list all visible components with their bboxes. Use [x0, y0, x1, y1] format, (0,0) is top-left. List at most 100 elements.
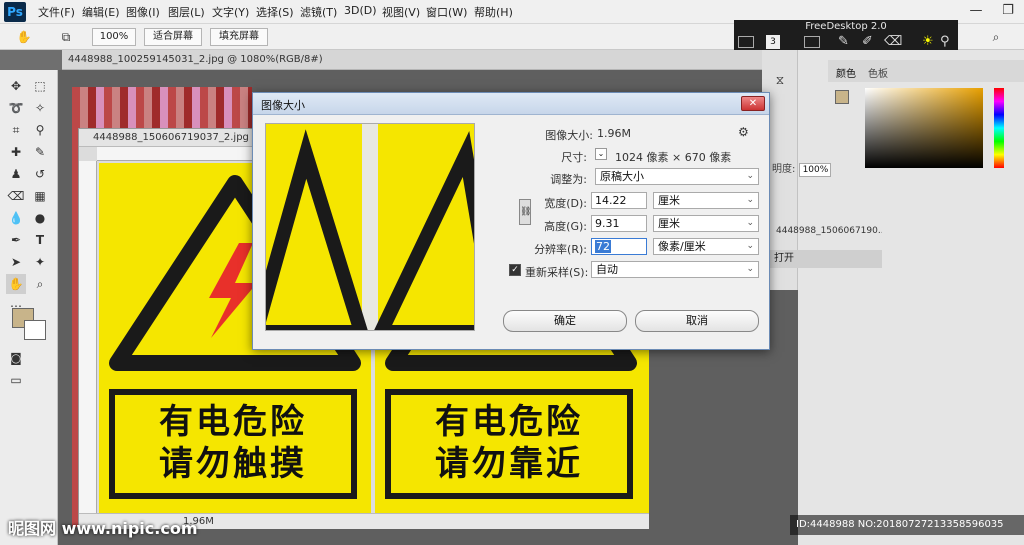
- menu-image[interactable]: 图像(I): [126, 4, 160, 20]
- rect-icon[interactable]: [738, 36, 754, 48]
- history-panel-icon[interactable]: ⧖: [770, 70, 790, 90]
- panel-fg-swatch[interactable]: [835, 90, 849, 104]
- fit-screen-button[interactable]: 适合屏幕: [144, 28, 202, 46]
- width-unit-select[interactable]: 厘米 ⌄: [653, 192, 759, 209]
- menu-help[interactable]: 帮助(H): [474, 4, 513, 20]
- eyedropper-icon[interactable]: ⚲: [30, 120, 50, 140]
- chevron-down-icon: ⌄: [746, 241, 754, 251]
- photoshop-window: Ps 文件(F) 编辑(E) 图像(I) 图层(L) 文字(Y) 选择(S) 滤…: [0, 0, 1024, 545]
- menu-filter[interactable]: 滤镜(T): [300, 4, 337, 20]
- dimensions-dropdown-icon[interactable]: ⌄: [595, 148, 607, 160]
- pen-tool-icon[interactable]: ✒: [6, 230, 26, 250]
- scroll-all-icon[interactable]: ⧉: [56, 27, 76, 47]
- resolution-label: 分辨率(R):: [534, 243, 587, 256]
- search-icon[interactable]: ⌕: [986, 27, 1006, 47]
- dodge-tool-icon[interactable]: ●: [30, 208, 50, 228]
- resample-select[interactable]: 自动 ⌄: [591, 261, 759, 278]
- fit-to-select[interactable]: 原稿大小 ⌄: [595, 168, 759, 185]
- dialog-close-button[interactable]: ✕: [741, 96, 765, 111]
- menu-file[interactable]: 文件(F): [38, 4, 75, 20]
- hue-slider[interactable]: [994, 88, 1004, 168]
- freedesktop-toolbar: FreeDesktop 2.0 3 ✎ ✐ ⌫ ☀ ⚲: [734, 20, 958, 54]
- dimensions-label: 尺寸:: [561, 151, 587, 164]
- brush-tool-icon[interactable]: ✎: [30, 142, 50, 162]
- dialog-titlebar[interactable]: 图像大小 ✕: [253, 93, 769, 115]
- settings-gear-icon[interactable]: ⚙: [738, 125, 749, 139]
- screen-mode-icon[interactable]: ▭: [6, 370, 26, 390]
- image-preview[interactable]: [265, 123, 475, 331]
- zoom-tool-icon[interactable]: ⌕: [30, 274, 50, 294]
- sign-left-textbox: 有电危险 请勿触摸: [109, 389, 357, 499]
- minimize-icon[interactable]: —: [960, 0, 992, 22]
- blur-tool-icon[interactable]: 💧: [6, 208, 26, 228]
- background-color-swatch[interactable]: [24, 320, 46, 340]
- healing-icon[interactable]: ✚: [6, 142, 26, 162]
- height-label: 高度(G):: [544, 220, 587, 233]
- menu-type[interactable]: 文字(Y): [212, 4, 249, 20]
- sign-right-line2: 请勿靠近: [435, 444, 583, 484]
- menu-layer[interactable]: 图层(L): [168, 4, 205, 20]
- type-tool-icon[interactable]: T: [30, 230, 50, 250]
- eraser-tool-icon[interactable]: ⌫: [6, 186, 26, 206]
- hand-tool-icon[interactable]: ✋: [14, 27, 34, 47]
- height-unit-select[interactable]: 厘米 ⌄: [653, 215, 759, 232]
- fill-screen-button[interactable]: 填充屏幕: [210, 28, 268, 46]
- tab-color[interactable]: 颜色: [836, 65, 856, 80]
- eraser-icon[interactable]: ⌫: [884, 34, 902, 50]
- resolution-unit-value: 像素/厘米: [658, 240, 706, 253]
- width-input[interactable]: 14.22: [591, 192, 647, 209]
- pen-icon[interactable]: ✎: [838, 34, 856, 50]
- square-icon[interactable]: [804, 36, 820, 48]
- open-item[interactable]: 打开: [770, 250, 882, 268]
- restore-icon[interactable]: ❐: [992, 0, 1024, 22]
- ok-button[interactable]: 确定: [503, 310, 627, 332]
- quick-mask-icon[interactable]: ◙: [6, 348, 26, 368]
- image-size-dialog: 图像大小 ✕ ⚙ 图像大小: 1.96M 尺寸: ⌄ 1024 像素 × 670…: [252, 92, 770, 350]
- bulb-icon[interactable]: ☀: [922, 34, 936, 50]
- vertical-ruler[interactable]: [79, 161, 97, 513]
- resolution-input[interactable]: 72: [591, 238, 647, 255]
- quick-select-icon[interactable]: ✧: [30, 98, 50, 118]
- highlighter-icon[interactable]: ✐: [862, 34, 880, 50]
- menu-window[interactable]: 窗口(W): [426, 4, 467, 20]
- menu-view[interactable]: 视图(V): [382, 4, 420, 20]
- cancel-button[interactable]: 取消: [635, 310, 759, 332]
- freedesktop-number[interactable]: 3: [766, 35, 780, 49]
- tab-bg-doc[interactable]: 4448988_100259145031_2.jpg @ 1080%(RGB/8…: [68, 54, 323, 65]
- dimensions-value: 1024 像素 × 670 像素: [615, 151, 732, 164]
- menu-edit[interactable]: 编辑(E): [82, 4, 120, 20]
- pin-icon[interactable]: ⚲: [940, 34, 954, 50]
- opacity-row: 明度: 100%: [772, 160, 872, 180]
- image-size-label: 图像大小:: [545, 129, 593, 142]
- image-id-bar: ID:4448988 NO:20180727213358596035: [790, 515, 1024, 535]
- resample-value: 自动: [596, 263, 618, 276]
- layer-name[interactable]: 4448988_1506067190...: [776, 226, 882, 244]
- zoom-100-button[interactable]: 100%: [92, 28, 136, 46]
- color-picker-field[interactable]: [865, 88, 983, 168]
- hand-tool-icon-active[interactable]: ✋: [6, 274, 26, 294]
- tools-panel: ✥ ⬚ ➰ ✧ ⌗ ⚲ ✚ ✎ ♟ ↺ ⌫ ▦ 💧 ● ✒ T ➤ ✦ ✋ ⌕ …: [0, 70, 58, 545]
- resample-checkbox[interactable]: ✓: [509, 264, 521, 276]
- preview-triangles: [266, 129, 474, 330]
- menu-3d[interactable]: 3D(D): [344, 4, 377, 17]
- stamp-tool-icon[interactable]: ♟: [6, 164, 26, 184]
- tab-swatches[interactable]: 色板: [868, 65, 888, 80]
- menu-select[interactable]: 选择(S): [256, 4, 294, 20]
- lasso-tool-icon[interactable]: ➰: [6, 98, 26, 118]
- color-panel-tabs: 颜色 色板: [828, 60, 1024, 82]
- height-unit-value: 厘米: [658, 217, 680, 230]
- crop-tool-icon[interactable]: ⌗: [6, 120, 26, 140]
- history-brush-icon[interactable]: ↺: [30, 164, 50, 184]
- move-tool-icon[interactable]: ✥: [6, 76, 26, 96]
- resolution-unit-select[interactable]: 像素/厘米 ⌄: [653, 238, 759, 255]
- watermark: 昵图网 www.nipic.com: [0, 513, 790, 545]
- gradient-tool-icon[interactable]: ▦: [30, 186, 50, 206]
- document-tabs: 4448988_100259145031_2.jpg @ 1080%(RGB/8…: [62, 50, 796, 70]
- path-select-icon[interactable]: ➤: [6, 252, 26, 272]
- opacity-input[interactable]: 100%: [798, 163, 831, 177]
- chevron-down-icon: ⌄: [746, 218, 754, 228]
- shape-tool-icon[interactable]: ✦: [30, 252, 50, 272]
- fit-to-label: 调整为:: [550, 173, 587, 186]
- height-input[interactable]: 9.31: [591, 215, 647, 232]
- marquee-tool-icon[interactable]: ⬚: [30, 76, 50, 96]
